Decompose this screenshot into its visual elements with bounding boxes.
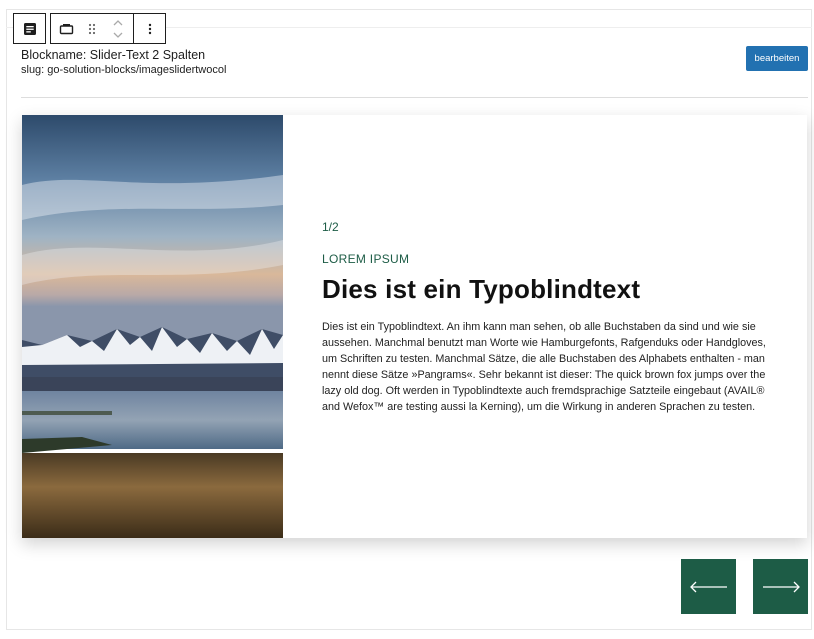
slider-block-icon[interactable]	[51, 14, 82, 43]
slider-card: 1/2 LOREM IPSUM Dies ist ein Typoblindte…	[22, 115, 807, 538]
toolbar-group-block	[50, 13, 166, 44]
slide-content: 1/2 LOREM IPSUM Dies ist ein Typoblindte…	[322, 219, 772, 415]
slide-counter: 1/2	[322, 220, 339, 234]
block-meta: Blockname: Slider-Text 2 Spalten slug: g…	[21, 47, 226, 78]
edit-button[interactable]: bearbeiten	[746, 46, 808, 71]
move-up-down-icon[interactable]	[102, 14, 133, 43]
block-toolbar	[13, 13, 166, 44]
block-name: Blockname: Slider-Text 2 Spalten	[21, 48, 206, 62]
arrow-right-icon	[762, 581, 800, 592]
header-divider	[21, 97, 808, 98]
more-options-icon[interactable]	[134, 14, 165, 43]
slide-image	[22, 115, 283, 538]
slider-prev-button[interactable]	[681, 559, 736, 614]
slide-body: Dies ist ein Typoblindtext. An ihm kann …	[322, 321, 766, 413]
arrow-left-icon	[689, 581, 727, 592]
toolbar-group-parent	[13, 13, 46, 44]
block-slug: slug: go-solution-blocks/imageslidertwoc…	[21, 64, 227, 76]
slide-kicker: LOREM IPSUM	[322, 252, 410, 266]
post-content-icon[interactable]	[14, 14, 45, 43]
drag-handle-icon[interactable]	[82, 14, 102, 43]
slide-heading: Dies ist ein Typoblindtext	[322, 274, 641, 304]
slider-next-button[interactable]	[753, 559, 808, 614]
